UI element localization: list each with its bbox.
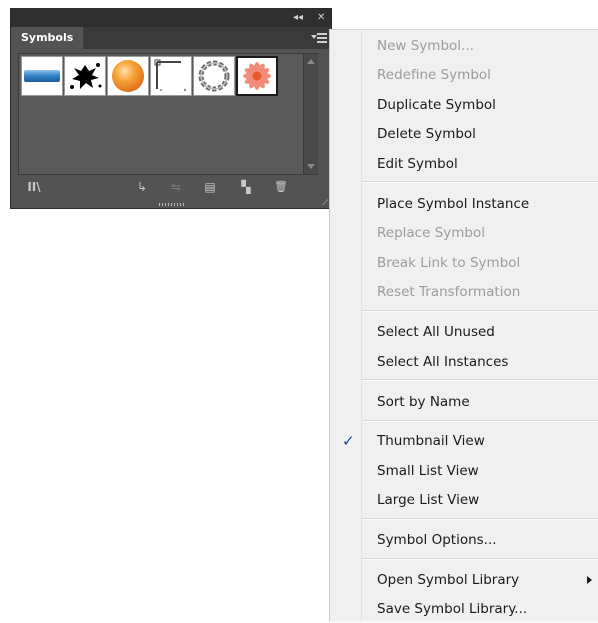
- symbol-thumbnail-list: [21, 56, 278, 96]
- checkmark-icon: ✓: [342, 432, 355, 450]
- symbol-options-icon[interactable]: ▤: [201, 178, 219, 196]
- menu-item-label: Sort by Name: [377, 394, 470, 410]
- blue-bar-symbol-icon[interactable]: [21, 56, 63, 96]
- menu-item-label: Place Symbol Instance: [377, 196, 530, 212]
- menu-item-select-all-instances[interactable]: Select All Instances: [330, 348, 598, 376]
- menu-item-reset-transformation[interactable]: Reset Transformation: [330, 278, 598, 306]
- menu-item-label: Redefine Symbol: [377, 67, 491, 83]
- menu-separator: [362, 310, 598, 312]
- menu-item-thumbnail-view[interactable]: ✓ Thumbnail View: [330, 427, 598, 455]
- menu-item-label: Small List View: [377, 463, 479, 479]
- menu-item-redefine-symbol[interactable]: Redefine Symbol: [330, 61, 598, 89]
- break-link-icon[interactable]: ⇋: [166, 178, 186, 196]
- scroll-down-icon[interactable]: [307, 164, 315, 169]
- panel-resize-grip[interactable]: [159, 203, 185, 206]
- close-panel-icon[interactable]: ✕: [317, 10, 325, 26]
- scroll-up-icon[interactable]: [307, 59, 315, 64]
- menu-item-label: Reset Transformation: [377, 284, 521, 300]
- thumbnail-scrollbar[interactable]: [303, 54, 318, 174]
- menu-item-label: Save Symbol Library...: [377, 601, 528, 617]
- symbol-libraries-menu-icon[interactable]: II\: [23, 178, 45, 196]
- menu-separator: [362, 181, 598, 183]
- panel-titlebar[interactable]: ◂◂ ✕: [11, 9, 331, 27]
- ink-splat-symbol-icon[interactable]: [64, 56, 106, 96]
- flower-symbol-icon[interactable]: [236, 56, 278, 96]
- orange-ball-symbol-icon[interactable]: [107, 56, 149, 96]
- panel-menu-icon[interactable]: [311, 30, 327, 46]
- menu-item-label: New Symbol...: [377, 38, 474, 54]
- symbols-panel-menu: New Symbol... Redefine Symbol Duplicate …: [329, 29, 598, 622]
- menu-item-large-list-view[interactable]: Large List View: [330, 486, 598, 514]
- menu-item-label: Select All Unused: [377, 324, 495, 340]
- submenu-arrow-icon: [587, 576, 592, 584]
- menu-item-label: Duplicate Symbol: [377, 97, 496, 113]
- menu-item-new-symbol[interactable]: New Symbol...: [330, 32, 598, 60]
- menu-item-replace-symbol[interactable]: Replace Symbol: [330, 219, 598, 247]
- menu-item-label: Edit Symbol: [377, 156, 458, 172]
- panel-tab-row: Symbols: [11, 27, 331, 49]
- delete-symbol-icon[interactable]: 🗑: [272, 178, 290, 196]
- menu-item-label: Select All Instances: [377, 354, 509, 370]
- menu-item-break-link[interactable]: Break Link to Symbol: [330, 249, 598, 277]
- menu-item-duplicate-symbol[interactable]: Duplicate Symbol: [330, 91, 598, 119]
- tab-symbols[interactable]: Symbols: [11, 27, 84, 49]
- menu-item-sort-by-name[interactable]: Sort by Name: [330, 388, 598, 416]
- place-symbol-instance-icon[interactable]: ↳: [133, 178, 151, 196]
- menu-item-open-symbol-library[interactable]: Open Symbol Library: [330, 566, 598, 594]
- menu-item-place-symbol-instance[interactable]: Place Symbol Instance: [330, 190, 598, 218]
- collapse-panel-icon[interactable]: ◂◂: [293, 10, 303, 26]
- menu-item-label: Replace Symbol: [377, 225, 485, 241]
- menu-item-delete-symbol[interactable]: Delete Symbol: [330, 120, 598, 148]
- menu-item-label: Symbol Options...: [377, 532, 497, 548]
- menu-item-save-symbol-library[interactable]: Save Symbol Library...: [330, 595, 598, 623]
- menu-separator: [362, 420, 598, 422]
- menu-item-edit-symbol[interactable]: Edit Symbol: [330, 150, 598, 178]
- menu-item-label: Thumbnail View: [377, 433, 485, 449]
- chain-ring-symbol-icon[interactable]: [193, 56, 235, 96]
- menu-item-label: Large List View: [377, 492, 480, 508]
- frame-corner-symbol-icon[interactable]: [150, 56, 192, 96]
- menu-item-select-all-unused[interactable]: Select All Unused: [330, 318, 598, 346]
- symbol-thumbnail-area[interactable]: [18, 53, 318, 175]
- new-symbol-icon[interactable]: ▚: [237, 178, 255, 196]
- symbols-panel: ◂◂ ✕ Symbols II\ ↳ ⇋ ▤ ▚ 🗑: [10, 8, 332, 209]
- panel-footer: II\ ↳ ⇋ ▤ ▚ 🗑: [11, 176, 331, 198]
- menu-separator: [362, 379, 598, 381]
- menu-separator: [362, 558, 598, 560]
- menu-item-symbol-options[interactable]: Symbol Options...: [330, 526, 598, 554]
- menu-separator: [362, 518, 598, 520]
- menu-item-label: Open Symbol Library: [377, 572, 520, 588]
- menu-item-label: Delete Symbol: [377, 126, 476, 142]
- panel-corner-resize[interactable]: [322, 199, 328, 205]
- menu-item-label: Break Link to Symbol: [377, 255, 521, 271]
- menu-item-small-list-view[interactable]: Small List View: [330, 457, 598, 485]
